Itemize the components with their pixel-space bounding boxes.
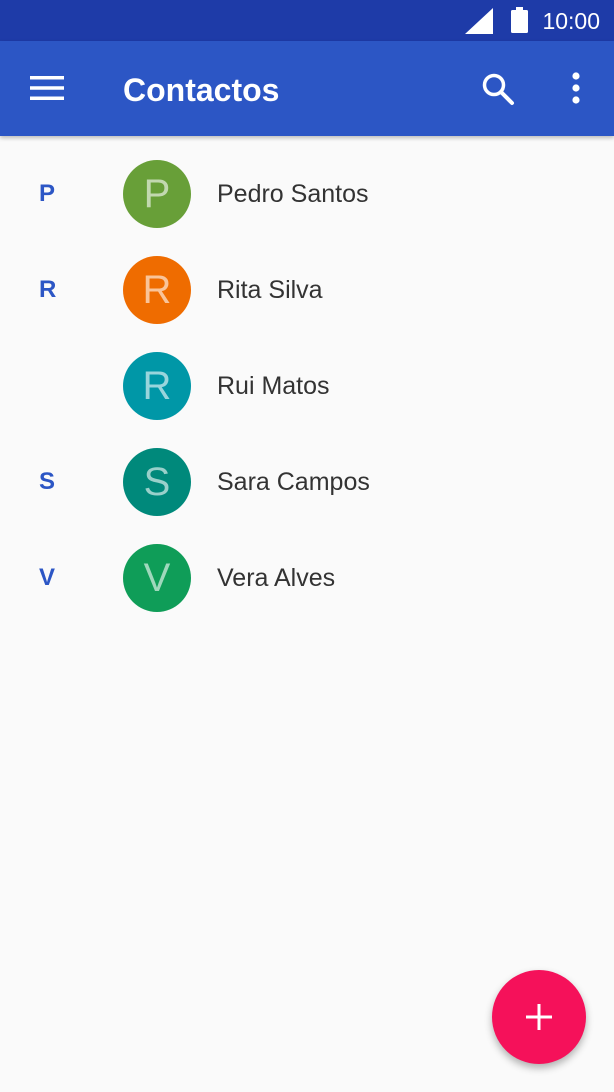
section-letter: R [39,276,57,303]
contact-row-sara-campos[interactable]: S S Sara Campos [0,434,614,530]
section-letter: V [39,564,56,591]
contact-list: P P Pedro Santos R R Rita Silva R Rui Ma… [0,146,614,626]
page-title: Contactos [123,72,280,108]
contact-row-rita-silva[interactable]: R R Rita Silva [0,242,614,338]
battery-icon [511,7,528,33]
avatar: R [123,352,191,420]
contact-name: Rui Matos [217,372,330,400]
contact-name: Sara Campos [217,468,370,496]
add-contact-button[interactable] [492,970,586,1064]
menu-icon[interactable] [30,74,64,102]
contact-name: Pedro Santos [217,180,369,208]
status-bar: 10:00 [0,0,614,41]
status-time: 10:00 [542,8,600,34]
avatar: R [123,256,191,324]
avatar: V [123,544,191,612]
section-letter: S [39,468,56,495]
contact-name: Vera Alves [217,564,336,592]
search-icon[interactable] [481,72,515,106]
signal-icon [465,8,493,34]
app-bar: Contactos [0,41,614,136]
contacts-screen: 10:00 Contactos P P Pedro Santos R R Rit… [0,0,614,1092]
contact-row-vera-alves[interactable]: V V Vera Alves [0,530,614,626]
contact-row-pedro-santos[interactable]: P P Pedro Santos [0,146,614,242]
avatar: S [123,448,191,516]
section-letter: P [39,180,56,207]
add-icon [526,1004,552,1030]
more-vert-icon[interactable] [568,71,584,105]
contact-name: Rita Silva [217,276,323,304]
avatar: P [123,160,191,228]
contact-row-rui-matos[interactable]: R Rui Matos [0,338,614,434]
